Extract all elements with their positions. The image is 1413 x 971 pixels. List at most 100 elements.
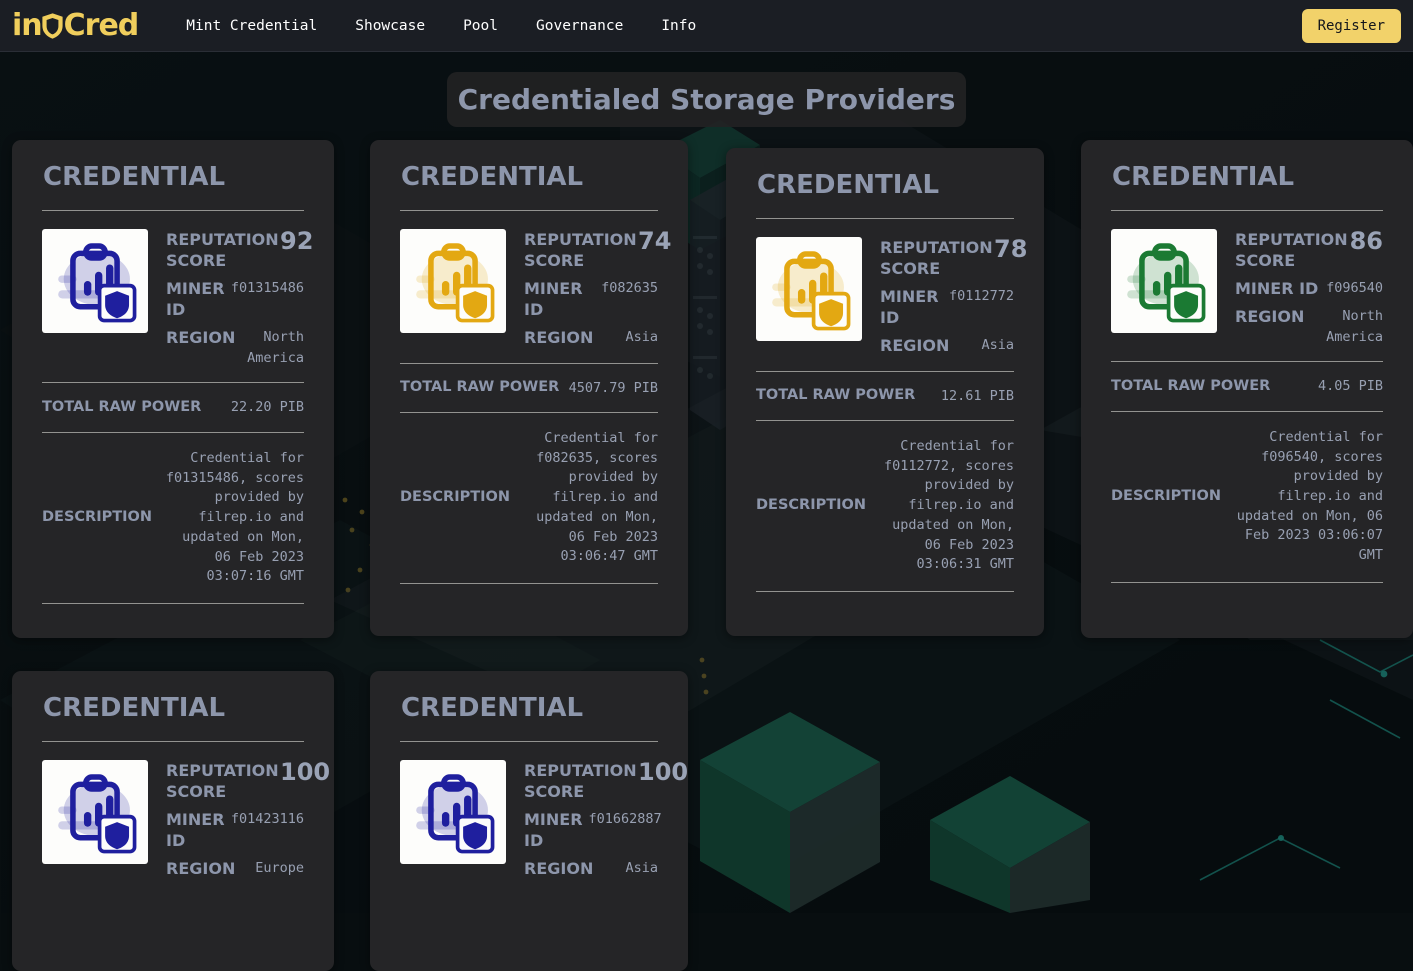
nav-item-mint-credential[interactable]: Mint Credential: [186, 18, 317, 34]
brand-logo[interactable]: in Cred: [12, 11, 138, 41]
reputation-score-value: 74: [638, 229, 671, 253]
region-label: REGION: [524, 858, 593, 879]
register-button[interactable]: Register: [1302, 9, 1401, 43]
divider: [1111, 582, 1383, 583]
miner-id-label: MINER ID: [1235, 278, 1318, 299]
miner-id-value: f082635: [601, 278, 658, 299]
divider: [756, 591, 1014, 592]
divider: [42, 603, 304, 604]
reputation-score-row: REPUTATION SCORE 74: [524, 229, 658, 271]
divider: [400, 741, 658, 742]
reputation-score-label: REPUTATION SCORE: [524, 229, 632, 271]
miner-id-value: f01315486: [231, 278, 304, 299]
card-summary-section: REPUTATION SCORE 78 MINER ID f0112772 RE…: [748, 219, 1022, 371]
region-row: REGION Asia: [524, 327, 658, 348]
card-title: CREDENTIAL: [392, 671, 666, 741]
miner-id-value: f096540: [1326, 278, 1383, 299]
credential-clipboard-shield-icon: [1111, 229, 1217, 333]
credential-card-1[interactable]: CREDENTIAL REPUTATION SCORE 92 MINER ID …: [12, 140, 334, 638]
total-raw-power-row: TOTAL RAW POWER 4.05 PIB: [1103, 362, 1391, 411]
miner-id-row: MINER ID f0112772: [880, 286, 1014, 328]
main-nav: Mint Credential Showcase Pool Governance…: [186, 18, 696, 34]
region-row: REGION Asia: [880, 335, 1014, 356]
card-summary-section: REPUTATION SCORE 100 MINER ID f01423116 …: [34, 742, 312, 894]
miner-id-label: MINER ID: [880, 286, 943, 328]
region-value: North America: [1310, 306, 1383, 347]
description-value: Credential for f096540, scores provided …: [1231, 428, 1383, 566]
card-title: CREDENTIAL: [34, 140, 312, 210]
description-label: DESCRIPTION: [756, 496, 866, 515]
credential-clipboard-shield-icon: [42, 229, 148, 333]
card-summary-section: REPUTATION SCORE 92 MINER ID f01315486 R…: [34, 211, 312, 382]
nav-item-info[interactable]: Info: [661, 18, 696, 34]
card-title: CREDENTIAL: [34, 671, 312, 741]
divider: [1111, 411, 1383, 412]
reputation-score-value: 78: [994, 237, 1027, 261]
reputation-score-value: 100: [638, 760, 688, 784]
divider: [1111, 210, 1383, 211]
credential-clipboard-shield-icon: [756, 237, 862, 341]
divider: [756, 420, 1014, 421]
total-raw-power-value: 12.61 PIB: [941, 386, 1014, 407]
logo-text-suffix: Cred: [64, 11, 139, 41]
card-summary-section: REPUTATION SCORE 86 MINER ID f096540 REG…: [1103, 211, 1391, 361]
credential-card-2[interactable]: CREDENTIAL REPUTATION SCORE 74 MINER ID …: [370, 140, 688, 636]
total-raw-power-value: 22.20 PIB: [231, 397, 304, 418]
card-title: CREDENTIAL: [392, 140, 666, 210]
description-value: Credential for f0112772, scores provided…: [876, 437, 1014, 575]
card-title: CREDENTIAL: [748, 148, 1022, 218]
card-title: CREDENTIAL: [1103, 140, 1391, 210]
miner-id-row: MINER ID f096540: [1235, 278, 1383, 299]
description-row: DESCRIPTION Credential for f082635, scor…: [392, 413, 666, 583]
total-raw-power-label: TOTAL RAW POWER: [756, 386, 915, 405]
card-summary-section: REPUTATION SCORE 74 MINER ID f082635 REG…: [392, 211, 666, 363]
description-value: Credential for f082635, scores provided …: [520, 429, 658, 567]
region-row: REGION Europe: [166, 858, 304, 879]
page-title-panel: Credentialed Storage Providers: [447, 72, 966, 127]
reputation-score-row: REPUTATION SCORE 92: [166, 229, 304, 271]
credential-clipboard-shield-icon: [400, 760, 506, 864]
description-label: DESCRIPTION: [42, 508, 152, 527]
divider: [1111, 361, 1383, 362]
description-row: DESCRIPTION Credential for f0112772, sco…: [748, 421, 1022, 591]
description-row: DESCRIPTION Credential for f096540, scor…: [1103, 412, 1391, 582]
region-value: Asia: [625, 858, 658, 879]
reputation-score-value: 100: [280, 760, 330, 784]
reputation-score-label: REPUTATION SCORE: [880, 237, 988, 279]
reputation-score-value: 86: [1350, 229, 1383, 253]
divider: [42, 432, 304, 433]
credential-card-4[interactable]: CREDENTIAL REPUTATION SCORE 86 MINER ID …: [1081, 140, 1413, 638]
region-label: REGION: [166, 327, 235, 348]
credential-card-6[interactable]: CREDENTIAL REPUTATION SCORE 100 MINER ID…: [370, 671, 688, 971]
description-row: DESCRIPTION Credential for f01315486, sc…: [34, 433, 312, 603]
region-label: REGION: [524, 327, 593, 348]
region-label: REGION: [166, 858, 235, 879]
miner-id-row: MINER ID f01423116: [166, 809, 304, 851]
region-label: REGION: [1235, 306, 1304, 327]
miner-id-label: MINER ID: [166, 809, 225, 851]
region-value: Asia: [625, 327, 658, 348]
reputation-score-row: REPUTATION SCORE 100: [166, 760, 304, 802]
card-summary-section: REPUTATION SCORE 100 MINER ID f01662887 …: [392, 742, 666, 894]
miner-id-label: MINER ID: [524, 809, 583, 851]
divider: [400, 583, 658, 584]
total-raw-power-value: 4507.79 PIB: [569, 378, 658, 399]
description-label: DESCRIPTION: [1111, 487, 1221, 506]
divider: [42, 382, 304, 383]
credential-card-3[interactable]: CREDENTIAL REPUTATION SCORE 78 MINER ID …: [726, 148, 1044, 636]
miner-id-value: f01662887: [589, 809, 662, 830]
region-row: REGION North America: [166, 327, 304, 368]
reputation-score-value: 92: [280, 229, 313, 253]
nav-item-pool[interactable]: Pool: [463, 18, 498, 34]
divider: [42, 741, 304, 742]
divider: [42, 210, 304, 211]
miner-id-value: f01423116: [231, 809, 304, 830]
credential-card-5[interactable]: CREDENTIAL REPUTATION SCORE 100 MINER ID…: [12, 671, 334, 971]
nav-item-governance[interactable]: Governance: [536, 18, 623, 34]
top-navigation-bar: in Cred Mint Credential Showcase Pool Go…: [0, 0, 1413, 52]
miner-id-row: MINER ID f01315486: [166, 278, 304, 320]
region-value: Europe: [255, 858, 304, 879]
region-row: REGION North America: [1235, 306, 1383, 347]
nav-item-showcase[interactable]: Showcase: [355, 18, 425, 34]
divider: [756, 218, 1014, 219]
